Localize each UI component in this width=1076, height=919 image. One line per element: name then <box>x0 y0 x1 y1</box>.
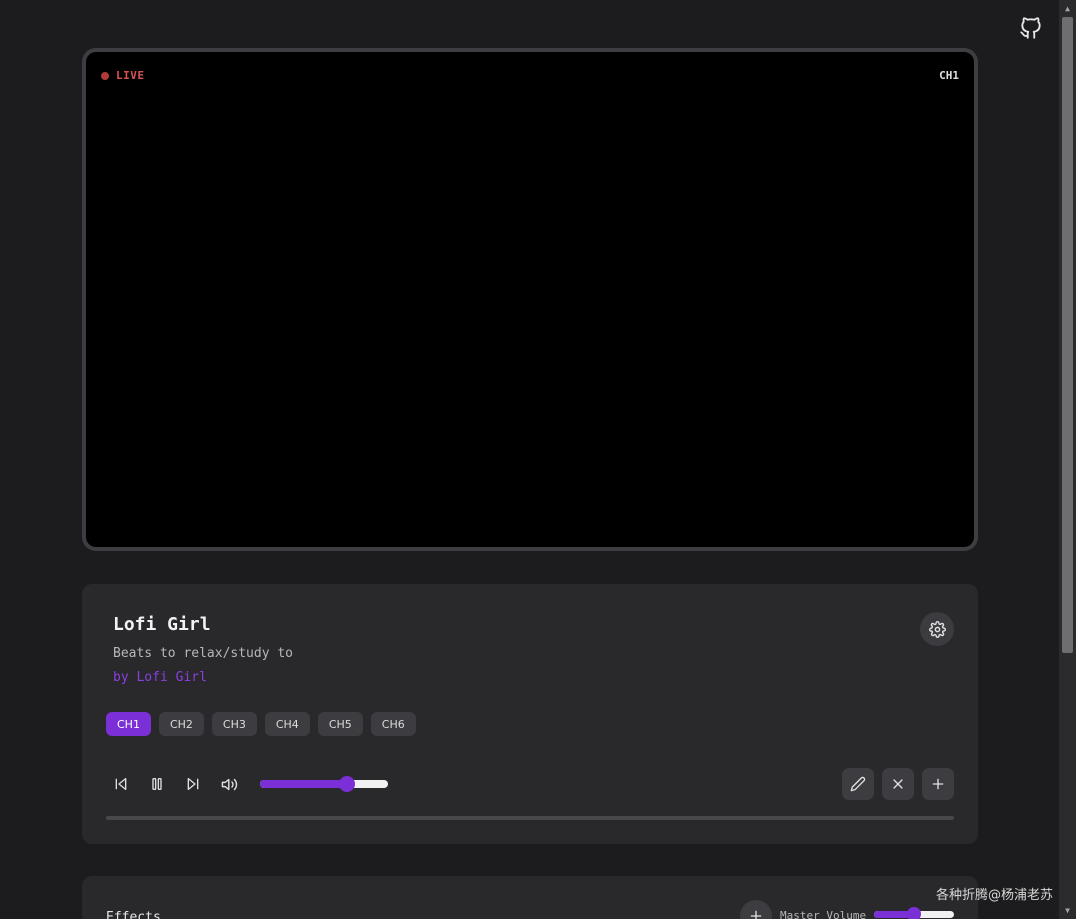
live-label: LIVE <box>116 69 145 82</box>
stream-author[interactable]: by Lofi Girl <box>113 670 207 685</box>
remove-button[interactable] <box>882 768 914 800</box>
volume-icon <box>221 778 237 790</box>
app-page: LIVE CH1 Lofi Girl Beats to relax/study … <box>0 0 1076 919</box>
scrollbar-thumb[interactable] <box>1062 17 1073 653</box>
scroll-down-icon[interactable]: ▼ <box>1059 902 1076 919</box>
stream-subtitle: Beats to relax/study to <box>113 646 294 661</box>
master-volume-slider[interactable] <box>874 906 954 919</box>
volume-button[interactable] <box>218 773 240 795</box>
player-card: Lofi Girl Beats to relax/study to by Lof… <box>82 584 978 844</box>
pause-icon <box>152 778 162 790</box>
pencil-icon <box>850 776 866 792</box>
volume-slider[interactable] <box>260 772 388 796</box>
channel-indicator: CH1 <box>939 69 959 82</box>
tab-ch3[interactable]: CH3 <box>211 712 257 736</box>
live-dot-icon <box>101 71 109 80</box>
progress-bar[interactable] <box>106 816 954 820</box>
tab-ch1[interactable]: CH1 <box>106 712 151 736</box>
next-button[interactable] <box>182 773 204 795</box>
watermark: 各种折腾@杨浦老苏 <box>936 888 1054 903</box>
github-icon[interactable] <box>1018 15 1044 41</box>
edit-button[interactable] <box>842 768 874 800</box>
channel-actions <box>842 768 954 800</box>
master-volume-thumb[interactable] <box>907 907 921 919</box>
effects-title: Effects <box>106 910 161 919</box>
plus-icon <box>750 910 762 919</box>
tab-ch6[interactable]: CH6 <box>370 712 416 736</box>
master-volume-label: Master Volume <box>780 909 867 919</box>
channel-tabs: CH1 CH2 CH3 CH4 CH5 CH6 <box>106 712 416 736</box>
settings-button[interactable] <box>920 612 954 646</box>
playback-controls <box>110 772 388 796</box>
previous-button[interactable] <box>110 773 132 795</box>
live-badge: LIVE <box>101 69 145 82</box>
close-icon <box>893 779 903 789</box>
tab-ch4[interactable]: CH4 <box>264 712 310 736</box>
volume-fill <box>260 780 347 788</box>
add-button[interactable] <box>922 768 954 800</box>
tab-ch2[interactable]: CH2 <box>158 712 204 736</box>
scroll-up-icon[interactable]: ▲ <box>1059 0 1076 17</box>
plus-icon <box>932 778 944 790</box>
gear-icon <box>928 620 946 638</box>
skip-back-icon <box>115 778 127 790</box>
pause-button[interactable] <box>146 773 168 795</box>
video-screen[interactable]: LIVE CH1 <box>82 48 978 551</box>
stream-title: Lofi Girl <box>113 614 211 635</box>
effects-card: Effects Master Volume <box>82 876 978 919</box>
skip-forward-icon <box>187 778 199 790</box>
page-scrollbar[interactable]: ▲ ▼ <box>1059 0 1076 919</box>
volume-thumb[interactable] <box>339 776 355 792</box>
add-effect-button[interactable] <box>740 900 772 919</box>
tab-ch5[interactable]: CH5 <box>317 712 363 736</box>
